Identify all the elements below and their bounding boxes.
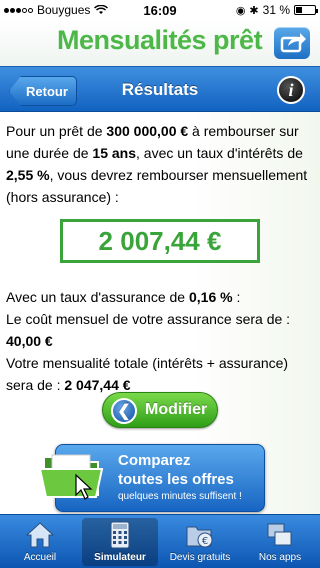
app-logo-title: Mensualités prêt bbox=[57, 25, 263, 55]
modify-button-label: Modifier bbox=[145, 401, 208, 418]
monthly-payment-result: 2 007,44 € bbox=[60, 219, 260, 263]
status-right: ◉ ✱ 31 % bbox=[235, 3, 318, 17]
details-text-part: Avec un taux d'assurance de bbox=[6, 289, 189, 305]
calculator-icon bbox=[110, 521, 130, 549]
compare-title-line: toutes les offres bbox=[118, 471, 234, 488]
compare-subtitle: quelques minutes suffisent ! bbox=[118, 491, 242, 502]
interest-rate: 2,55 % bbox=[6, 167, 50, 183]
intro-text-part: Pour un prêt de bbox=[6, 123, 107, 139]
total-payment-line: Votre mensualité totale (intérêts + assu… bbox=[6, 352, 314, 396]
page-title: Résultats bbox=[121, 80, 199, 99]
tab-label: Nos apps bbox=[258, 552, 302, 563]
insurance-cost: 40,00 € bbox=[6, 333, 53, 349]
app-header: Mensualités prêt bbox=[0, 20, 320, 66]
tab-simulateur[interactable]: Simulateur bbox=[82, 518, 158, 566]
navigation-bar: Retour Résultats i bbox=[0, 66, 320, 112]
modify-button[interactable]: ❮ Modifier bbox=[102, 392, 218, 428]
lock-rotation-icon: ◉ bbox=[235, 4, 246, 17]
info-icon: i bbox=[288, 79, 294, 100]
intro-text: Pour un prêt de 300 000,00 € à rembourse… bbox=[6, 120, 314, 208]
insurance-rate-line: Avec un taux d'assurance de 0,16 % : bbox=[6, 286, 314, 308]
compare-offers-banner[interactable]: Comparez toutes les offres quelques minu… bbox=[38, 444, 265, 512]
compare-title: Comparez toutes les offres bbox=[118, 451, 234, 489]
tab-label: Devis gratuits bbox=[169, 552, 231, 563]
apps-icon bbox=[267, 523, 292, 546]
details-text-part: : bbox=[232, 289, 241, 305]
total-payment: 2 047,44 € bbox=[64, 377, 131, 393]
intro-text-part: , avec un taux d'intérêts de bbox=[136, 145, 303, 161]
share-button[interactable] bbox=[274, 27, 310, 59]
loan-duration: 15 ans bbox=[92, 145, 136, 161]
tab-label: Simulateur bbox=[94, 552, 146, 563]
tab-nos-apps[interactable]: Nos apps bbox=[240, 515, 320, 568]
svg-text:€: € bbox=[202, 536, 208, 547]
status-bar: Bouygues 16:09 ◉ ✱ 31 % bbox=[0, 0, 320, 20]
results-content: Pour un prêt de 300 000,00 € à rembourse… bbox=[0, 112, 320, 514]
folder-euro-icon: € bbox=[186, 526, 213, 548]
battery-percent: 31 % bbox=[262, 3, 290, 17]
tab-label: Accueil bbox=[23, 552, 57, 563]
insurance-rate: 0,16 % bbox=[188, 289, 233, 305]
folder-icon bbox=[38, 454, 104, 500]
home-icon bbox=[25, 522, 55, 548]
details-text-part: Votre mensualité totale (intérêts + assu… bbox=[6, 355, 289, 393]
intro-text-part: , vous devrez rembourser mensuellement (… bbox=[6, 167, 308, 205]
insurance-cost-label: Le coût mensuel de votre assurance sera … bbox=[6, 311, 291, 327]
battery-icon bbox=[294, 5, 318, 15]
tab-devis-gratuits[interactable]: € Devis gratuits bbox=[160, 515, 240, 568]
loan-amount: 300 000,00 € bbox=[106, 123, 189, 139]
info-button[interactable]: i bbox=[277, 76, 305, 104]
share-icon bbox=[280, 33, 306, 53]
insurance-details: Avec un taux d'assurance de 0,16 % : Le … bbox=[6, 286, 314, 396]
chevron-left-icon: ❮ bbox=[111, 398, 137, 424]
tab-bar: Accueil Simulateur € Devis gratuits Nos … bbox=[0, 514, 320, 568]
compare-title-line: Comparez bbox=[118, 452, 191, 469]
bluetooth-icon: ✱ bbox=[249, 4, 259, 17]
tab-accueil[interactable]: Accueil bbox=[0, 515, 80, 568]
